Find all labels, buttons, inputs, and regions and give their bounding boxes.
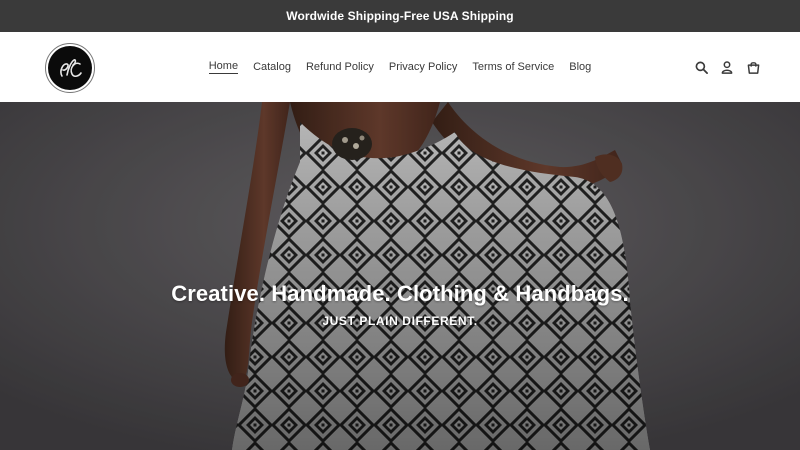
nav-terms-of-service[interactable]: Terms of Service	[472, 61, 554, 74]
site-header: Home Catalog Refund Policy Privacy Polic…	[0, 32, 800, 102]
announcement-text: Wordwide Shipping-Free USA Shipping	[286, 9, 514, 23]
main-nav: Home Catalog Refund Policy Privacy Polic…	[0, 32, 800, 102]
cart-icon[interactable]	[746, 60, 760, 74]
nav-blog[interactable]: Blog	[569, 61, 591, 74]
hero-text: Creative. Handmade. Clothing & Handbags.…	[0, 280, 800, 328]
header-icons	[694, 59, 760, 75]
nav-home[interactable]: Home	[208, 60, 239, 74]
hero-subtitle: JUST PLAIN DIFFERENT.	[322, 314, 478, 328]
account-icon[interactable]	[720, 60, 734, 74]
nav-refund-policy[interactable]: Refund Policy	[306, 61, 374, 74]
brand-logo[interactable]	[45, 43, 95, 93]
search-icon[interactable]	[694, 60, 708, 74]
announcement-bar: Wordwide Shipping-Free USA Shipping	[0, 0, 800, 32]
hero-title: Creative. Handmade. Clothing & Handbags.	[171, 281, 629, 306]
nav-catalog[interactable]: Catalog	[253, 61, 291, 74]
nav-privacy-policy[interactable]: Privacy Policy	[389, 61, 457, 74]
brand-monogram-logo	[48, 46, 92, 90]
hero-overlay	[0, 102, 800, 450]
hero-banner[interactable]: Creative. Handmade. Clothing & Handbags.…	[0, 102, 800, 450]
